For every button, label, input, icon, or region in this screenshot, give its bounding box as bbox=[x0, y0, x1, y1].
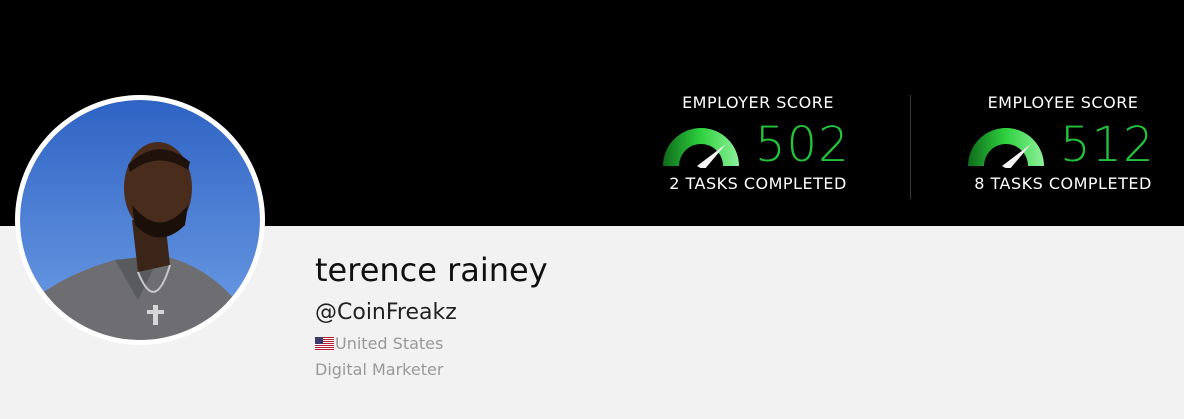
avatar-photo bbox=[20, 100, 260, 340]
avatar bbox=[15, 95, 265, 345]
employer-score-title: EMPLOYER SCORE bbox=[682, 93, 834, 112]
employee-score-panel: EMPLOYEE SCORE 512 8 TASKS COMPLETED bbox=[948, 90, 1178, 204]
profile-occupation: Digital Marketer bbox=[315, 360, 444, 379]
employee-score-value: 512 bbox=[1060, 117, 1155, 173]
us-flag-icon bbox=[315, 337, 334, 350]
employer-score-panel: EMPLOYER SCORE 502 2 TASKS COMPLETED bbox=[643, 90, 873, 204]
employer-score-row: 502 bbox=[643, 116, 873, 174]
speedometer-icon bbox=[968, 128, 1044, 168]
profile-country-label: United States bbox=[335, 334, 444, 353]
employer-tasks-completed: 2 TASKS COMPLETED bbox=[669, 174, 847, 193]
profile-handle: @CoinFreakz bbox=[315, 300, 457, 325]
score-divider bbox=[910, 95, 911, 199]
profile-name: terence rainey bbox=[315, 251, 548, 289]
employee-score-row: 512 bbox=[948, 116, 1178, 174]
profile-country: United States bbox=[315, 333, 443, 355]
employer-score-value: 502 bbox=[755, 117, 850, 173]
employee-score-title: EMPLOYEE SCORE bbox=[987, 93, 1139, 112]
employee-tasks-completed: 8 TASKS COMPLETED bbox=[974, 174, 1152, 193]
speedometer-icon bbox=[663, 128, 739, 168]
